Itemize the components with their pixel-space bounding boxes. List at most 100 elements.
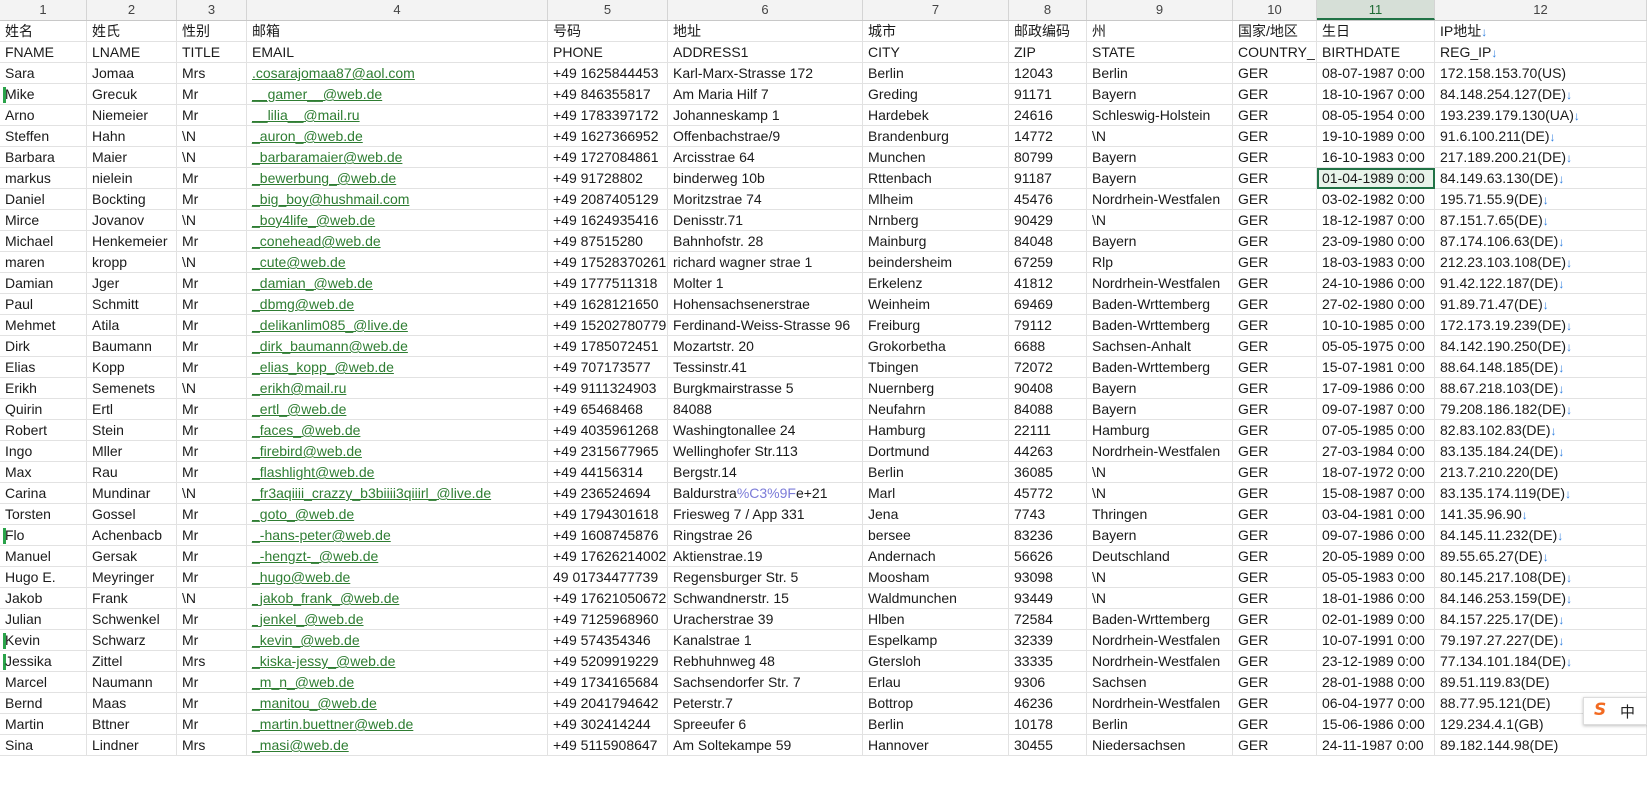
cell-phone[interactable]: +49 5209919229: [548, 651, 668, 672]
cell-city[interactable]: Berlin: [863, 63, 1009, 84]
header-en-email[interactable]: EMAIL: [247, 42, 548, 63]
cell-state[interactable]: Bayern: [1087, 84, 1233, 105]
cell-reg-ip[interactable]: 212.23.103.108(DE)↓: [1435, 252, 1647, 273]
ime-toolbar[interactable]: S 中: [1583, 697, 1647, 725]
header-cn-address[interactable]: 地址: [668, 21, 863, 42]
cell-city[interactable]: Weinheim: [863, 294, 1009, 315]
cell-city[interactable]: Moosham: [863, 567, 1009, 588]
cell-zip[interactable]: 44263: [1009, 441, 1087, 462]
cell-email[interactable]: __lilia__@mail.ru: [247, 105, 548, 126]
email-link[interactable]: _faces_@web.de: [252, 422, 360, 438]
email-link[interactable]: _delikanlim085_@live.de: [252, 317, 408, 333]
cell-state[interactable]: \N: [1087, 588, 1233, 609]
cell-country[interactable]: GER: [1233, 567, 1317, 588]
cell-city[interactable]: Marl: [863, 483, 1009, 504]
header-en-fname[interactable]: FNAME: [0, 42, 87, 63]
cell-birthdate[interactable]: 03-04-1981 0:00: [1317, 504, 1435, 525]
column-header-10[interactable]: 10: [1233, 0, 1317, 20]
cell-address[interactable]: Burgkmairstrasse 5: [668, 378, 863, 399]
cell-zip[interactable]: 45476: [1009, 189, 1087, 210]
cell-email[interactable]: _martin.buettner@web.de: [247, 714, 548, 735]
cell-country[interactable]: GER: [1233, 357, 1317, 378]
email-link[interactable]: _conehead@web.de: [252, 233, 381, 249]
cell-city[interactable]: Brandenburg: [863, 126, 1009, 147]
cell-city[interactable]: Freiburg: [863, 315, 1009, 336]
cell-country[interactable]: GER: [1233, 126, 1317, 147]
cell-state[interactable]: Deutschland: [1087, 546, 1233, 567]
email-link[interactable]: _cute@web.de: [252, 254, 346, 270]
cell-birthdate[interactable]: 15-08-1987 0:00: [1317, 483, 1435, 504]
cell-lname[interactable]: Lindner: [87, 735, 177, 756]
cell-phone[interactable]: +49 1624935416: [548, 210, 668, 231]
cell-title[interactable]: Mr: [177, 273, 247, 294]
email-link[interactable]: __gamer__@web.de: [252, 86, 382, 102]
cell-zip[interactable]: 36085: [1009, 462, 1087, 483]
cell-city[interactable]: Andernach: [863, 546, 1009, 567]
cell-address[interactable]: Bergstr.14: [668, 462, 863, 483]
column-header-8[interactable]: 8: [1009, 0, 1087, 20]
cell-phone[interactable]: +49 1783397172: [548, 105, 668, 126]
cell-lname[interactable]: Maier: [87, 147, 177, 168]
cell-zip[interactable]: 7743: [1009, 504, 1087, 525]
cell-title[interactable]: Mr: [177, 462, 247, 483]
cell-reg-ip[interactable]: 84.157.225.17(DE)↓: [1435, 609, 1647, 630]
cell-city[interactable]: Espelkamp: [863, 630, 1009, 651]
email-link[interactable]: _big_boy@hushmail.com: [252, 191, 409, 207]
cell-state[interactable]: Schleswig-Holstein: [1087, 105, 1233, 126]
cell-title[interactable]: Mr: [177, 420, 247, 441]
cell-birthdate[interactable]: 05-05-1983 0:00: [1317, 567, 1435, 588]
cell-lname[interactable]: Baumann: [87, 336, 177, 357]
header-cn-fname[interactable]: 姓名: [0, 21, 87, 42]
cell-birthdate[interactable]: 19-10-1989 0:00: [1317, 126, 1435, 147]
cell-reg-ip[interactable]: 87.151.7.65(DE)↓: [1435, 210, 1647, 231]
header-cn-phone[interactable]: 号码: [548, 21, 668, 42]
email-link[interactable]: _manitou_@web.de: [252, 695, 377, 711]
cell-lname[interactable]: Schwarz: [87, 630, 177, 651]
header-en-lname[interactable]: LNAME: [87, 42, 177, 63]
cell-lname[interactable]: Achenbacb: [87, 525, 177, 546]
cell-state[interactable]: Baden-Wrttemberg: [1087, 294, 1233, 315]
cell-title[interactable]: Mr: [177, 609, 247, 630]
cell-country[interactable]: GER: [1233, 483, 1317, 504]
cell-state[interactable]: Nordrhein-Westfalen: [1087, 630, 1233, 651]
cell-title[interactable]: Mr: [177, 630, 247, 651]
cell-zip[interactable]: 83236: [1009, 525, 1087, 546]
cell-birthdate[interactable]: 17-09-1986 0:00: [1317, 378, 1435, 399]
cell-phone[interactable]: +49 1608745876: [548, 525, 668, 546]
cell-zip[interactable]: 41812: [1009, 273, 1087, 294]
cell-state[interactable]: \N: [1087, 210, 1233, 231]
cell-city[interactable]: Rttenbach: [863, 168, 1009, 189]
cell-state[interactable]: Sachsen-Anhalt: [1087, 336, 1233, 357]
cell-email[interactable]: _kevin_@web.de: [247, 630, 548, 651]
cell-address[interactable]: Wellinghofer Str.113: [668, 441, 863, 462]
cell-address[interactable]: Spreeufer 6: [668, 714, 863, 735]
header-en-zip[interactable]: ZIP: [1009, 42, 1087, 63]
cell-zip[interactable]: 93098: [1009, 567, 1087, 588]
table-row[interactable]: Sara Jomaa Mrs .cosarajomaa87@aol.com +49 16…: [0, 63, 1647, 84]
table-row[interactable]: Julian Schwenkel Mr _jenkel_@web.de +49 7125…: [0, 609, 1647, 630]
cell-state[interactable]: Thringen: [1087, 504, 1233, 525]
cell-reg-ip[interactable]: 84.148.254.127(DE)↓: [1435, 84, 1647, 105]
cell-phone[interactable]: +49 65468468: [548, 399, 668, 420]
cell-state[interactable]: Sachsen: [1087, 672, 1233, 693]
cell-address[interactable]: Molter 1: [668, 273, 863, 294]
cell-state[interactable]: Nordrhein-Westfalen: [1087, 651, 1233, 672]
table-row[interactable]: Marcel Naumann Mr _m_n_@web.de +49 173416568…: [0, 672, 1647, 693]
cell-state[interactable]: Nordrhein-Westfalen: [1087, 189, 1233, 210]
cell-reg-ip[interactable]: 91.89.71.47(DE)↓: [1435, 294, 1647, 315]
table-row[interactable]: Manuel Gersak Mr _-hengzt-_@web.de +49 17626…: [0, 546, 1647, 567]
email-link[interactable]: _bewerbung_@web.de: [252, 170, 396, 186]
header-cn-email[interactable]: 邮箱: [247, 21, 548, 42]
cell-address[interactable]: Peterstr.7: [668, 693, 863, 714]
cell-reg-ip[interactable]: 83.135.184.24(DE)↓: [1435, 441, 1647, 462]
cell-phone[interactable]: +49 17621050672: [548, 588, 668, 609]
cell-country[interactable]: GER: [1233, 168, 1317, 189]
cell-reg-ip[interactable]: 91.6.100.211(DE)↓: [1435, 126, 1647, 147]
cell-reg-ip[interactable]: 82.83.102.83(DE)↓: [1435, 420, 1647, 441]
cell-city[interactable]: Nuernberg: [863, 378, 1009, 399]
cell-email[interactable]: _cute@web.de: [247, 252, 548, 273]
email-link[interactable]: _firebird@web.de: [252, 443, 362, 459]
cell-state[interactable]: \N: [1087, 126, 1233, 147]
cell-country[interactable]: GER: [1233, 294, 1317, 315]
cell-email[interactable]: _-hans-peter@web.de: [247, 525, 548, 546]
